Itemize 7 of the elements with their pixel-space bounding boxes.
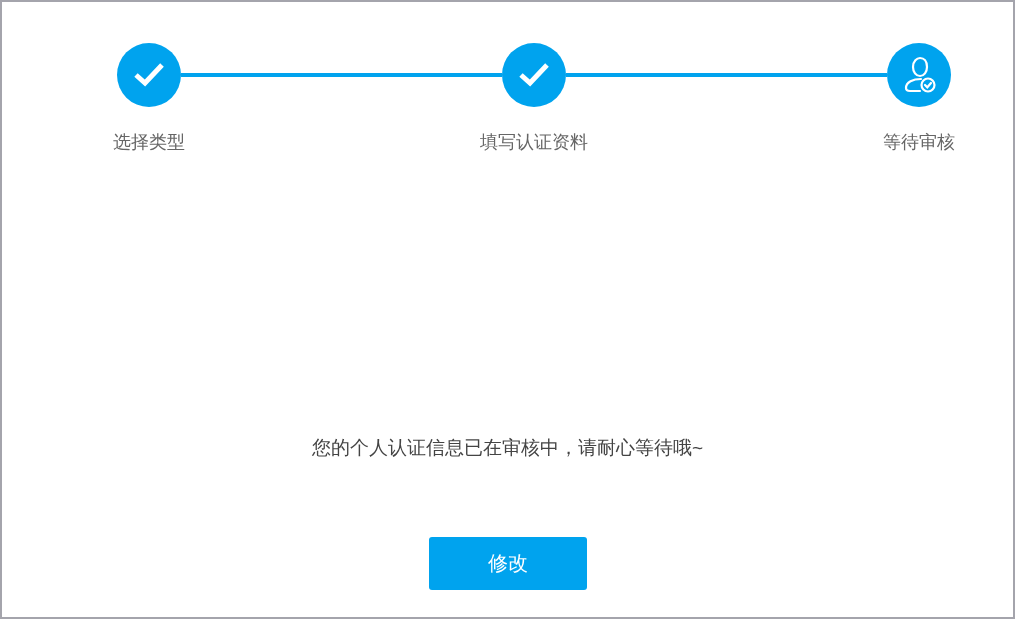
step-label: 等待审核 <box>883 131 955 154</box>
edit-button[interactable]: 修改 <box>428 536 587 590</box>
check-icon <box>518 62 550 88</box>
status-message: 您的个人认证信息已在审核中，请耐心等待哦~ <box>311 436 704 460</box>
check-icon <box>133 62 165 88</box>
step-label: 填写认证资料 <box>480 131 588 154</box>
step-label: 选择类型 <box>113 131 185 154</box>
